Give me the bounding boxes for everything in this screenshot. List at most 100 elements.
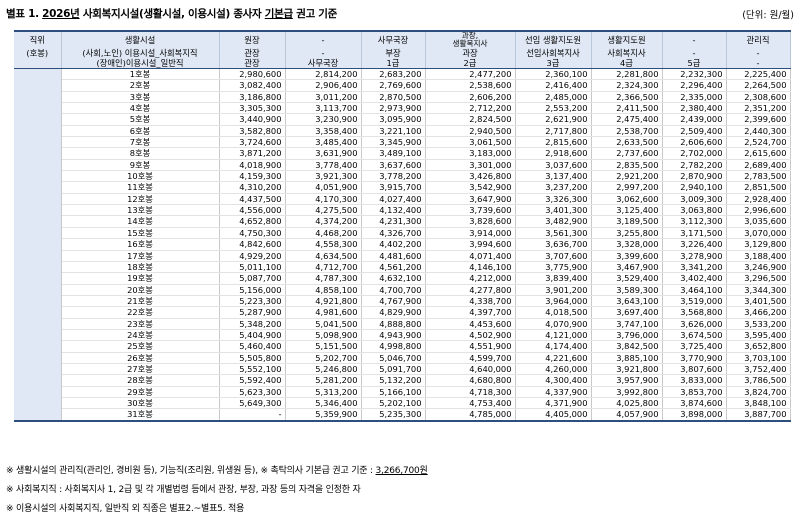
salary-cell: 3,842,500 (591, 340, 663, 353)
salary-cell: 2,360,100 (515, 68, 592, 81)
salary-cell: 4,231,300 (361, 215, 426, 228)
salary-cell: 3,402,400 (662, 272, 727, 285)
header-cell: - (726, 58, 791, 69)
salary-cell: 3,171,500 (662, 227, 727, 240)
salary-cell: 5,313,200 (285, 386, 362, 398)
salary-cell: 3,874,600 (662, 397, 727, 410)
salary-cell: 4,371,900 (515, 397, 592, 410)
table-row: 25호봉 5,460,400 5,151,500 4,998,800 4,551,900… (14, 340, 791, 353)
salary-cell: 4,027,400 (361, 193, 426, 206)
salary-cell: 3,921,800 (591, 363, 663, 376)
salary-cell: 2,633,500 (591, 136, 663, 149)
row-label-spacer (14, 204, 62, 216)
row-label-spacer (14, 397, 62, 409)
salary-cell: 4,680,800 (425, 374, 516, 387)
salary-cell: 3,853,700 (662, 386, 727, 398)
salary-cell: 4,712,700 (285, 261, 362, 274)
salary-cell: 2,621,900 (515, 113, 592, 126)
grade-cell: 28호봉 (61, 374, 220, 387)
salary-cell: 2,439,000 (662, 113, 727, 126)
header-cell: 과장, 생활복지사 (425, 30, 516, 48)
salary-cell: 4,556,000 (219, 204, 286, 217)
salary-cell: 5,359,900 (285, 408, 362, 422)
grade-cell: 30호봉 (61, 397, 220, 410)
salary-cell: 4,018,900 (219, 159, 286, 172)
salary-cell: 4,558,300 (285, 238, 362, 251)
salary-cell: 4,453,600 (425, 318, 516, 330)
salary-cell: 3,344,300 (726, 284, 791, 296)
grade-cell: 16호봉 (61, 238, 220, 251)
salary-cell: 2,997,200 (591, 181, 663, 194)
salary-cell: 3,533,200 (726, 318, 791, 330)
salary-cell: 5,011,100 (219, 261, 286, 274)
salary-cell: 3,519,000 (662, 295, 727, 308)
header-cell: 3급 (515, 58, 592, 69)
salary-cell: 4,260,000 (515, 363, 592, 376)
table-row: 27호봉 5,552,100 5,246,800 5,091,700 4,640,000… (14, 363, 791, 376)
header-cell: 사회복지사 (591, 48, 663, 58)
salary-cell: 2,702,000 (662, 147, 727, 160)
salary-cell: 2,281,800 (591, 68, 663, 81)
salary-cell: 4,943,900 (361, 329, 426, 342)
row-label-spacer (14, 261, 62, 273)
salary-cell: 2,606,600 (662, 136, 727, 149)
salary-cell: 2,921,200 (591, 170, 663, 183)
salary-cell: 3,189,500 (591, 215, 663, 228)
salary-cell: 4,159,300 (219, 170, 286, 183)
salary-cell: 4,338,700 (425, 295, 516, 308)
table-row: 1호봉 2,980,600 2,814,200 2,683,200 2,477,200 2… (14, 68, 791, 81)
salary-cell: 4,437,500 (219, 193, 286, 206)
header-cell: 관리직 (726, 30, 791, 48)
salary-cell: 3,778,400 (285, 159, 362, 172)
salary-cell: 2,814,200 (285, 68, 362, 81)
salary-cell: 2,232,300 (662, 68, 727, 81)
salary-cell: 4,071,400 (425, 250, 516, 262)
salary-cell: 3,301,000 (425, 159, 516, 172)
header-cell: 사무국장 (285, 58, 362, 69)
table-row: 10호봉 4,159,300 3,921,300 3,778,200 3,426,800… (14, 170, 791, 183)
salary-cell: 3,643,100 (591, 295, 663, 308)
salary-cell: 3,326,300 (515, 193, 592, 206)
salary-cell: 3,848,100 (726, 397, 791, 410)
salary-cell: 3,636,700 (515, 238, 592, 251)
grade-cell: 25호봉 (61, 340, 220, 353)
table-row: 14호봉 4,652,800 4,374,200 4,231,300 3,828,600… (14, 215, 791, 228)
grade-cell: 12호봉 (61, 193, 220, 206)
salary-cell: 3,467,900 (591, 261, 663, 274)
table-row: 8호봉 3,871,200 3,631,900 3,489,100 3,183,000 2… (14, 147, 791, 160)
table-row: 18호봉 5,011,100 4,712,700 4,561,200 4,146,100… (14, 261, 791, 274)
salary-cell: 2,782,200 (662, 159, 727, 172)
salary-cell: 2,906,400 (285, 79, 362, 92)
salary-cell: 4,221,600 (515, 352, 592, 364)
salary-cell: 3,529,400 (591, 272, 663, 285)
grade-cell: 18호봉 (61, 261, 220, 274)
salary-cell: 2,264,500 (726, 79, 791, 92)
salary-cell: 2,509,400 (662, 125, 727, 138)
salary-cell: 3,186,800 (219, 91, 286, 104)
grade-label: 직위 (14, 30, 62, 48)
salary-cell: 3,489,100 (361, 147, 426, 160)
salary-cell: 3,226,400 (662, 238, 727, 251)
salary-cell: 3,752,400 (726, 363, 791, 376)
header-row-disabled-general: (장애인)이용시설_일반직관장사무국장1급2급3급4급5급-- (14, 58, 791, 69)
salary-cell: 4,057,900 (591, 408, 663, 422)
salary-cell: 2,296,400 (662, 79, 727, 92)
grade-cell: 22호봉 (61, 306, 220, 319)
row-label-spacer (14, 136, 62, 148)
salary-cell: 3,747,100 (591, 318, 663, 330)
header-cell: 관장 (219, 48, 286, 58)
salary-cell: 2,351,200 (726, 102, 791, 115)
table-row: 12호봉 4,437,500 4,170,300 4,027,400 3,647,900… (14, 193, 791, 206)
salary-cell: 5,552,100 (219, 363, 286, 376)
row-label-spacer (14, 147, 62, 160)
grade-cell: 27호봉 (61, 363, 220, 376)
grade-cell: 21호봉 (61, 295, 220, 308)
note-1: ※ 생활시설의 관리직(관리인, 경비원 등), 기능직(조리원, 위생원 등)… (6, 466, 428, 476)
salary-cell: 2,538,700 (591, 125, 663, 138)
salary-cell: 2,769,600 (361, 79, 426, 92)
salary-cell: 3,707,600 (515, 250, 592, 262)
row-label-spacer (14, 340, 62, 353)
salary-cell: 4,300,400 (515, 374, 592, 387)
salary-cell: 5,348,200 (219, 318, 286, 330)
salary-cell: 5,098,900 (285, 329, 362, 342)
